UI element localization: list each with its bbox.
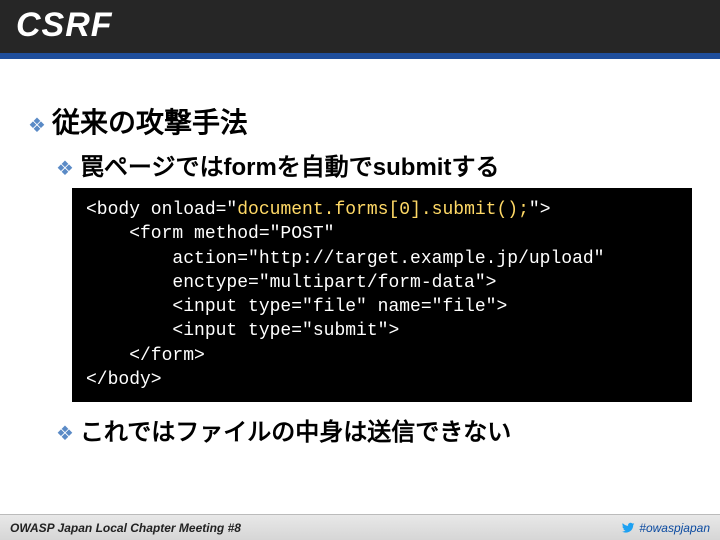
code-text: <body onload=" <box>86 200 237 220</box>
bullet-text: 従来の攻撃手法 <box>52 101 248 141</box>
diamond-icon: ❖ <box>56 159 74 179</box>
slide: CSRF ❖ 従来の攻撃手法 ❖ 罠ページではformを自動でsubmitする … <box>0 0 720 540</box>
diamond-icon: ❖ <box>28 116 46 136</box>
bullet-level-1: ❖ 従来の攻撃手法 <box>28 101 692 141</box>
footer-left-text: OWASP Japan Local Chapter Meeting #8 <box>10 521 241 535</box>
diamond-icon: ❖ <box>56 424 74 444</box>
bullet-level-2: ❖ これではファイルの中身は送信できない <box>56 412 692 447</box>
code-block: <body onload="document.forms[0].submit()… <box>72 188 692 402</box>
slide-title: CSRF <box>0 0 720 59</box>
footer: OWASP Japan Local Chapter Meeting #8 #ow… <box>0 514 720 540</box>
code-text: "> <form method="POST" action="http://ta… <box>86 200 604 390</box>
footer-hashtag: #owaspjapan <box>639 521 710 535</box>
twitter-icon <box>621 521 635 535</box>
footer-right: #owaspjapan <box>621 521 710 535</box>
bullet-level-2: ❖ 罠ページではformを自動でsubmitする <box>56 147 692 182</box>
bullet-text: 罠ページではformを自動でsubmitする <box>80 147 500 182</box>
bullet-text: これではファイルの中身は送信できない <box>80 412 511 447</box>
code-highlight: document.forms[0].submit(); <box>237 200 529 220</box>
slide-content: ❖ 従来の攻撃手法 ❖ 罠ページではformを自動でsubmitする <body… <box>0 59 720 514</box>
